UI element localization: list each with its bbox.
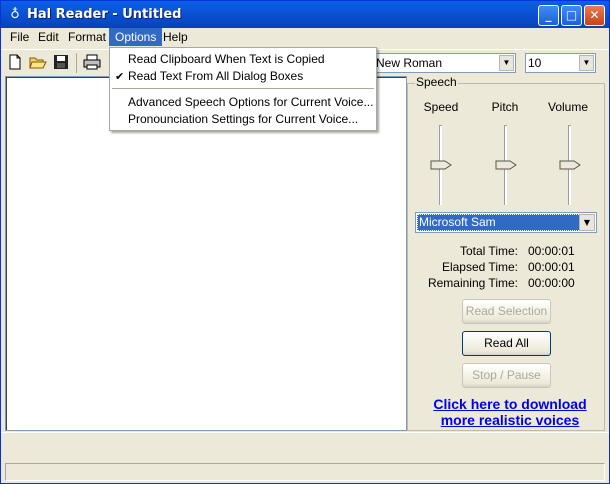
print-icon[interactable]: [82, 52, 102, 72]
read-selection-button[interactable]: Read Selection: [462, 299, 551, 324]
menu-help[interactable]: Help: [157, 28, 194, 46]
font-size-value: 10: [528, 56, 542, 70]
stop-pause-button[interactable]: Stop / Pause: [462, 363, 551, 388]
checkmark-icon: ✔: [115, 70, 125, 83]
menu-item-read-dialog-boxes[interactable]: Read Text From All Dialog Boxes: [128, 69, 303, 83]
font-size-select[interactable]: 10 ▼: [525, 53, 596, 73]
new-file-icon[interactable]: [5, 52, 25, 72]
volume-slider-thumb[interactable]: [559, 160, 581, 170]
download-voices-link[interactable]: Click here to download more realistic vo…: [407, 396, 610, 428]
menu-item-advanced-speech-options[interactable]: Advanced Speech Options for Current Voic…: [128, 95, 373, 109]
app-icon[interactable]: ♁: [9, 7, 21, 23]
remaining-time-value: 00:00:00: [528, 276, 575, 290]
title-bar[interactable]: ♁ Hal Reader - Untitled _ □ ✕: [1, 1, 609, 29]
chevron-down-icon[interactable]: ▼: [579, 214, 595, 231]
maximize-button[interactable]: □: [561, 5, 582, 26]
menu-edit[interactable]: Edit: [32, 28, 65, 46]
menu-item-read-clipboard[interactable]: Read Clipboard When Text is Copied: [128, 52, 325, 66]
pitch-label: Pitch: [491, 100, 519, 114]
menu-separator: [112, 88, 374, 89]
divider: [1, 432, 609, 433]
pitch-slider-thumb[interactable]: [495, 160, 517, 170]
speed-label: Speed: [423, 100, 459, 114]
open-folder-icon[interactable]: [28, 52, 48, 72]
remaining-time-label: Remaining Time:: [427, 276, 518, 290]
font-name-select[interactable]: New Roman ▼: [373, 53, 516, 73]
voice-select[interactable]: Microsoft Sam ▼: [415, 212, 597, 233]
total-time-value: 00:00:01: [528, 244, 575, 258]
total-time-label: Total Time:: [459, 244, 518, 258]
app-window: ♁ Hal Reader - Untitled _ □ ✕ File Edit …: [0, 0, 610, 484]
save-disk-icon[interactable]: [51, 52, 71, 72]
menu-file[interactable]: File: [4, 28, 35, 46]
download-link-line1[interactable]: Click here to download: [407, 396, 610, 412]
voice-value: Microsoft Sam: [417, 214, 581, 231]
maximize-icon: □: [565, 8, 578, 22]
menu-bar: File Edit Format Options Help: [1, 28, 609, 47]
speed-slider-thumb[interactable]: [430, 160, 452, 170]
volume-label: Volume: [547, 100, 589, 114]
options-dropdown-menu: Read Clipboard When Text is Copied ✔ Rea…: [109, 47, 377, 131]
read-all-button[interactable]: Read All: [462, 331, 551, 356]
window-title: Hal Reader - Untitled: [27, 7, 182, 22]
menu-item-pronunciation-settings[interactable]: Pronounciation Settings for Current Voic…: [128, 112, 358, 126]
status-bar: [5, 463, 605, 481]
speech-group-label: Speech: [415, 75, 458, 89]
close-icon: ✕: [589, 8, 600, 22]
download-link-line2[interactable]: more realistic voices: [407, 412, 610, 428]
minimize-icon: _: [545, 8, 552, 22]
chevron-down-icon[interactable]: ▼: [499, 55, 514, 71]
menu-options[interactable]: Options: [109, 28, 163, 46]
close-button[interactable]: ✕: [584, 5, 605, 26]
chevron-down-icon[interactable]: ▼: [579, 55, 594, 71]
font-name-value: New Roman: [376, 56, 443, 70]
elapsed-time-label: Elapsed Time:: [441, 260, 518, 274]
menu-format[interactable]: Format: [62, 28, 112, 46]
elapsed-time-value: 00:00:01: [528, 260, 575, 274]
minimize-button[interactable]: _: [538, 5, 559, 26]
